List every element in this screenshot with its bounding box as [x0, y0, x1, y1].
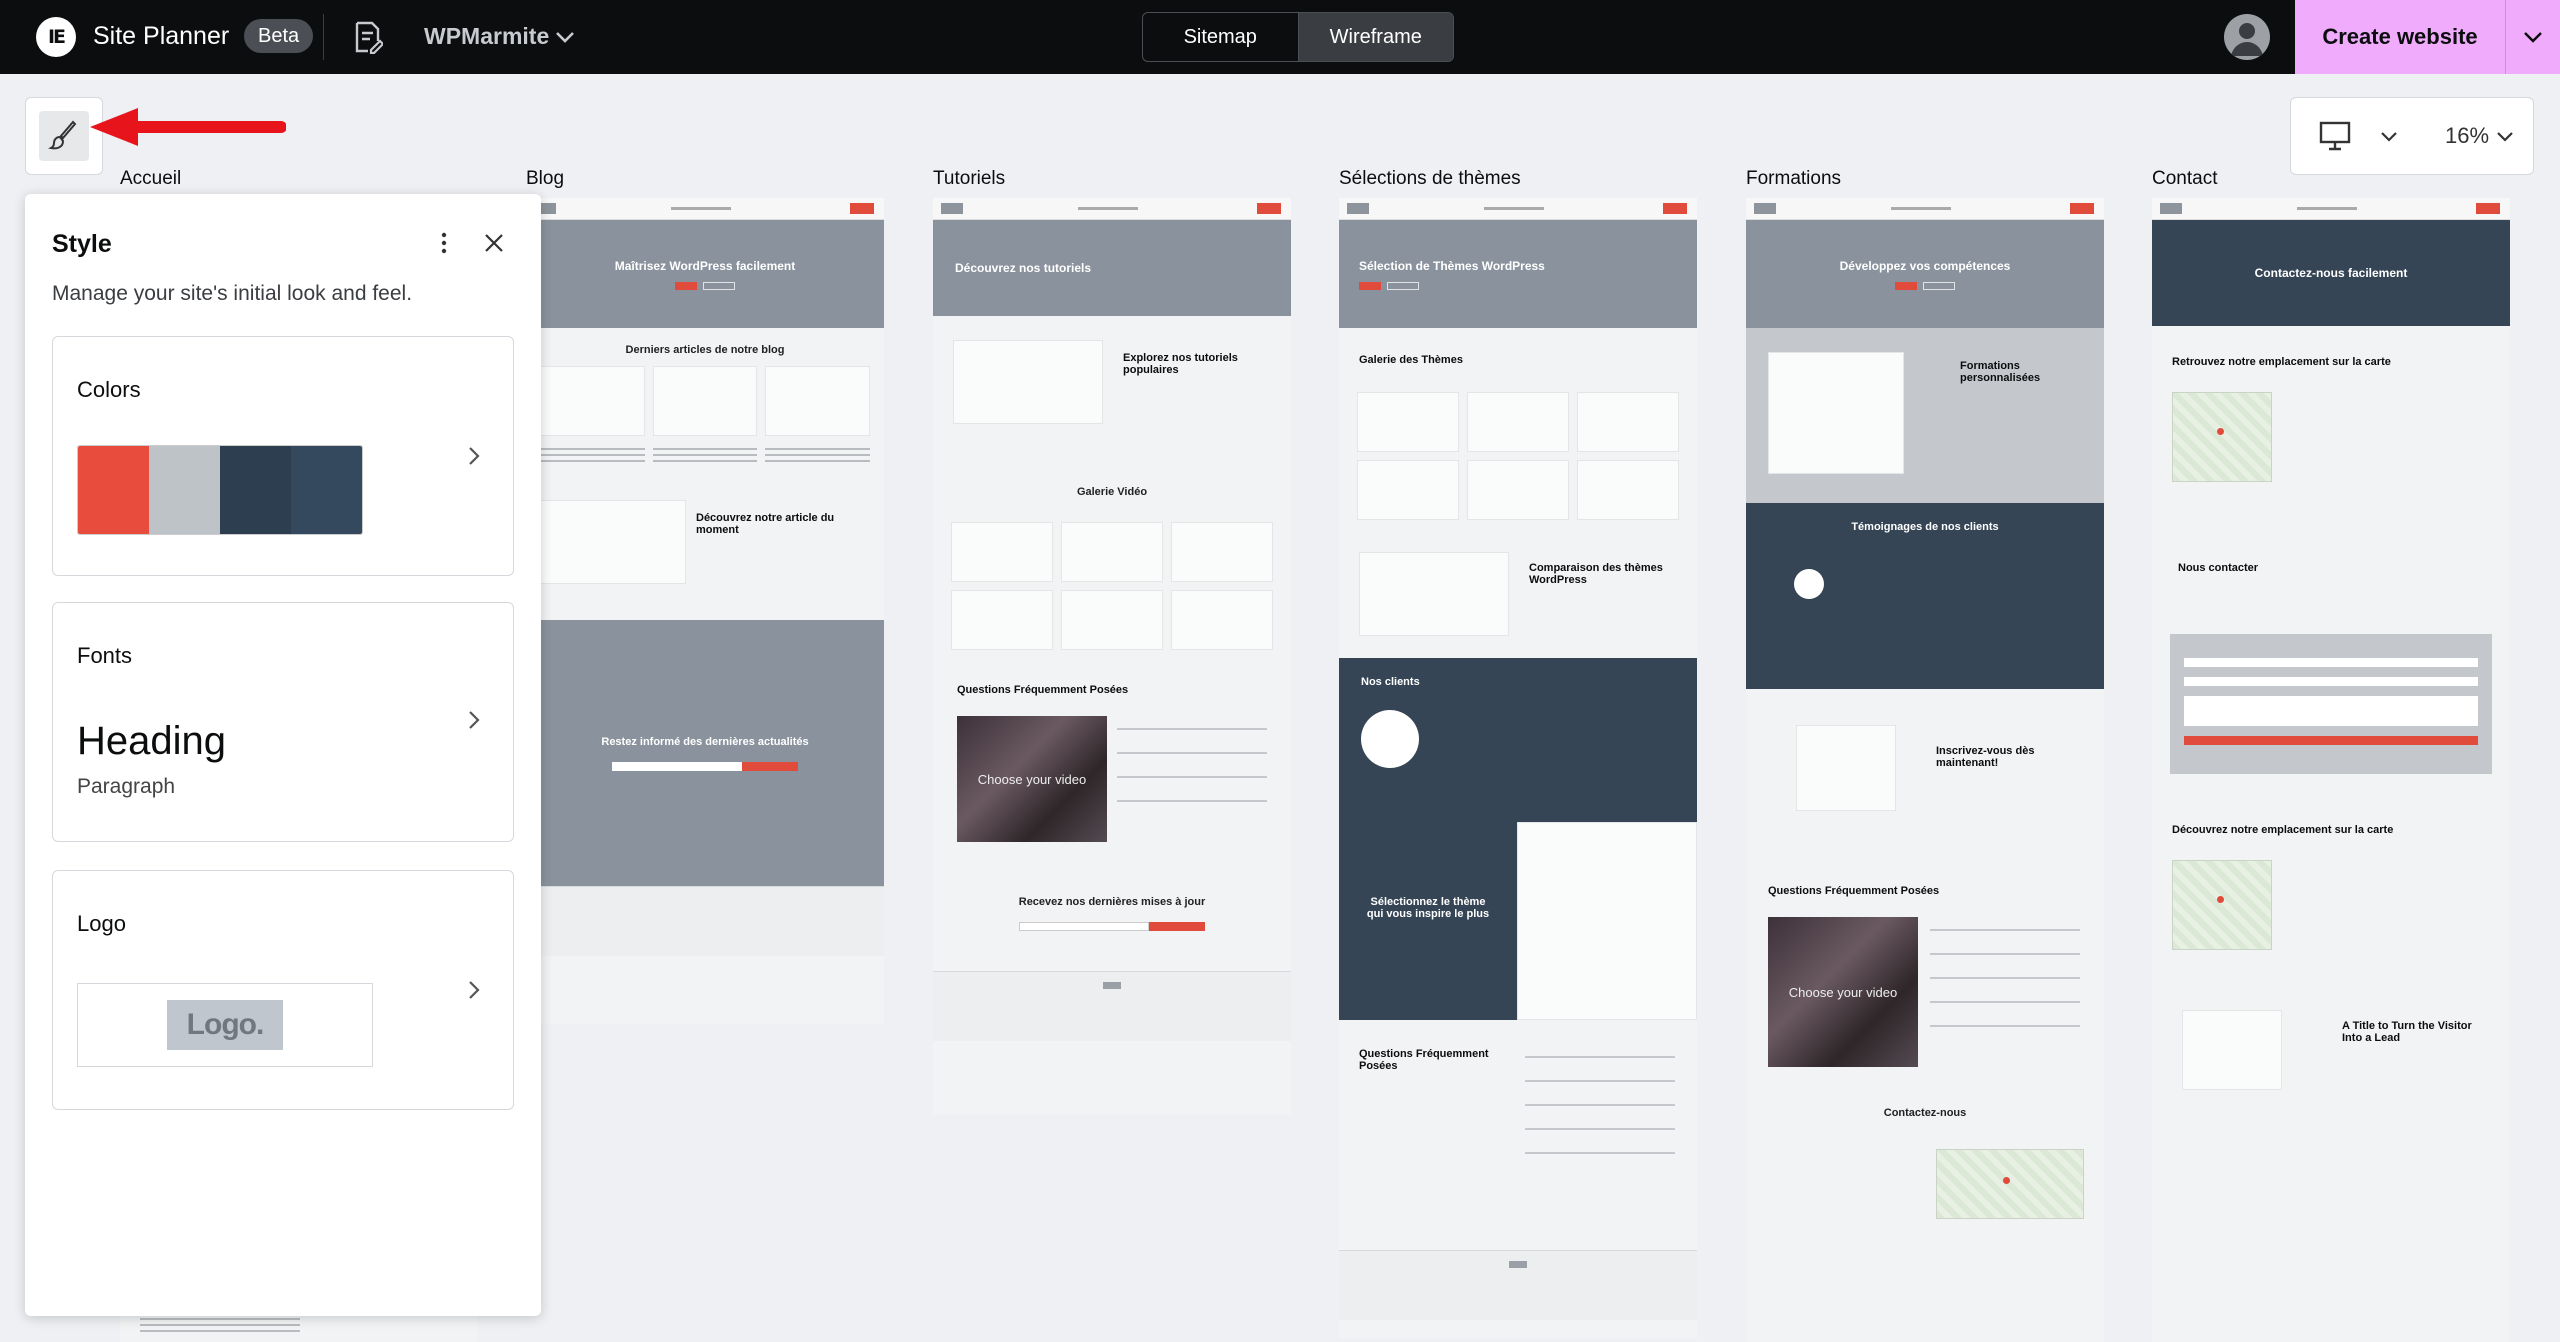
colors-label: Colors [77, 377, 141, 402]
color-swatch-secondary [149, 446, 220, 534]
tab-sitemap[interactable]: Sitemap [1143, 13, 1298, 61]
color-swatch-text [220, 446, 291, 534]
themes-section-gallery: Galerie des Thèmes [1359, 354, 1463, 366]
color-swatch-accent [291, 446, 362, 534]
beta-badge: Beta [244, 19, 314, 53]
tutoriels-section-video: Galerie Vidéo [1076, 486, 1148, 498]
wireframe-themes[interactable]: Sélection de Thèmes WordPress Galerie de… [1339, 198, 1697, 1338]
logo-preview: Logo. [77, 983, 373, 1067]
tutoriels-video-placeholder: Choose your video [957, 716, 1107, 842]
user-avatar[interactable] [2224, 14, 2270, 60]
formations-section-signup: Inscrivez-vous dès maintenant! [1936, 745, 2035, 769]
chevron-right-icon [469, 711, 480, 729]
blog-featured-title: Découvrez notre article du moment [696, 512, 835, 536]
chevron-down-icon[interactable] [552, 24, 578, 50]
logo-sample: Logo. [166, 1000, 284, 1050]
chevron-down-icon[interactable] [2377, 124, 2401, 148]
contact-hero-title: Contactez-nous facilement [2254, 266, 2408, 280]
page-label-formations[interactable]: Formations [1746, 168, 1841, 190]
contact-section-map-2: Découvrez notre emplacement sur la carte [2172, 824, 2394, 836]
panel-description: Manage your site's initial look and feel… [52, 282, 413, 305]
themes-section-faq: Questions Fréquemment Posées [1359, 1048, 1489, 1072]
brush-icon [48, 120, 77, 150]
page-settings-icon[interactable] [353, 20, 383, 54]
wireframe-formations[interactable]: Développez vos compétences Formations pe… [1746, 198, 2104, 1342]
chevron-right-icon [469, 981, 480, 999]
app-title: Site Planner [93, 22, 230, 50]
create-options-button[interactable] [2505, 0, 2560, 74]
formations-hero-title: Développez vos compétences [1839, 258, 2011, 273]
themes-section-select: Sélectionnez le thème qui vous inspire l… [1339, 822, 1517, 1020]
themes-section-clients: Nos clients [1361, 676, 1420, 688]
wireframe-contact[interactable]: Contactez-nous facilement Retrouvez notr… [2152, 198, 2510, 1342]
top-bar: IE Site Planner Beta WPMarmite Sitemap W… [0, 0, 2560, 74]
style-panel: Style Manage your site's initial look an… [25, 194, 541, 1316]
formations-video-placeholder: Choose your video [1768, 917, 1918, 1067]
device-zoom-control: 16% [2290, 97, 2534, 175]
more-options-icon[interactable] [429, 228, 459, 258]
page-label-accueil[interactable]: Accueil [120, 168, 181, 190]
tutoriels-section-faq: Questions Fréquemment Posées [957, 684, 1129, 696]
close-icon[interactable] [479, 228, 509, 258]
heading-sample: Heading [77, 719, 227, 763]
colors-card[interactable]: Colors [52, 336, 514, 576]
logo-label: Logo [77, 911, 126, 936]
topbar-divider [323, 14, 324, 60]
annotation-arrow [90, 108, 286, 146]
blog-hero-title: Maîtrisez WordPress facilement [614, 258, 796, 273]
user-icon [2231, 23, 2263, 56]
tutoriels-hero-title: Découvrez nos tutoriels [955, 261, 1092, 275]
formations-section-faq: Questions Fréquemment Posées [1768, 885, 1940, 897]
fonts-label: Fonts [77, 643, 133, 668]
wireframe-tutoriels[interactable]: Découvrez nos tutoriels Explorez nos tut… [933, 198, 1291, 1114]
tutoriels-section-popular: Explorez nos tutoriels populaires [1123, 352, 1238, 376]
panel-title: Style [52, 230, 112, 258]
tab-wireframe[interactable]: Wireframe [1297, 13, 1453, 61]
color-palette [77, 445, 363, 535]
create-website-button[interactable]: Create website [2295, 0, 2505, 74]
wireframe-blog[interactable]: Maîtrisez WordPress facilement Derniers … [526, 198, 884, 1024]
zoom-level[interactable]: 16% [2445, 123, 2489, 149]
logo-card[interactable]: Logo Logo. [52, 870, 514, 1110]
chevron-down-icon [2524, 32, 2542, 43]
page-label-blog[interactable]: Blog [526, 168, 564, 190]
chevron-down-icon[interactable] [2493, 124, 2517, 148]
contact-section-lead: A Title to Turn the Visitor Into a Lead [2342, 1020, 2472, 1044]
contact-section-form: Nous contacter [2178, 562, 2259, 574]
formations-section-testimonials: Témoignages de nos clients [1851, 521, 1999, 533]
contact-section-map: Retrouvez notre emplacement sur la carte [2172, 356, 2391, 368]
site-name-dropdown[interactable]: WPMarmite [424, 23, 549, 50]
formations-section-custom: Formations personnalisées [1960, 360, 2041, 384]
paragraph-sample: Paragraph [77, 775, 176, 798]
blog-newsletter-title: Restez informé des dernières actualités [601, 735, 809, 748]
color-swatch-primary [78, 446, 149, 534]
page-label-tutoriels[interactable]: Tutoriels [933, 168, 1005, 190]
themes-hero-title: Sélection de Thèmes WordPress [1359, 258, 1545, 273]
view-switch: Sitemap Wireframe [1142, 12, 1454, 62]
fonts-card[interactable]: Fonts Heading Paragraph [52, 602, 514, 842]
blog-section-title: Derniers articles de notre blog [625, 344, 785, 356]
desktop-icon[interactable] [2319, 121, 2351, 151]
themes-section-compare: Comparaison des thèmes WordPress [1529, 562, 1663, 586]
chevron-right-icon [469, 447, 480, 465]
page-label-themes[interactable]: Sélections de thèmes [1339, 168, 1521, 190]
elementor-logo-icon: IE [36, 17, 76, 57]
tutoriels-newsletter-title: Recevez nos dernières mises à jour [1018, 896, 1206, 908]
page-label-contact[interactable]: Contact [2152, 168, 2217, 190]
formations-section-contact: Contactez-nous [1883, 1107, 1967, 1119]
